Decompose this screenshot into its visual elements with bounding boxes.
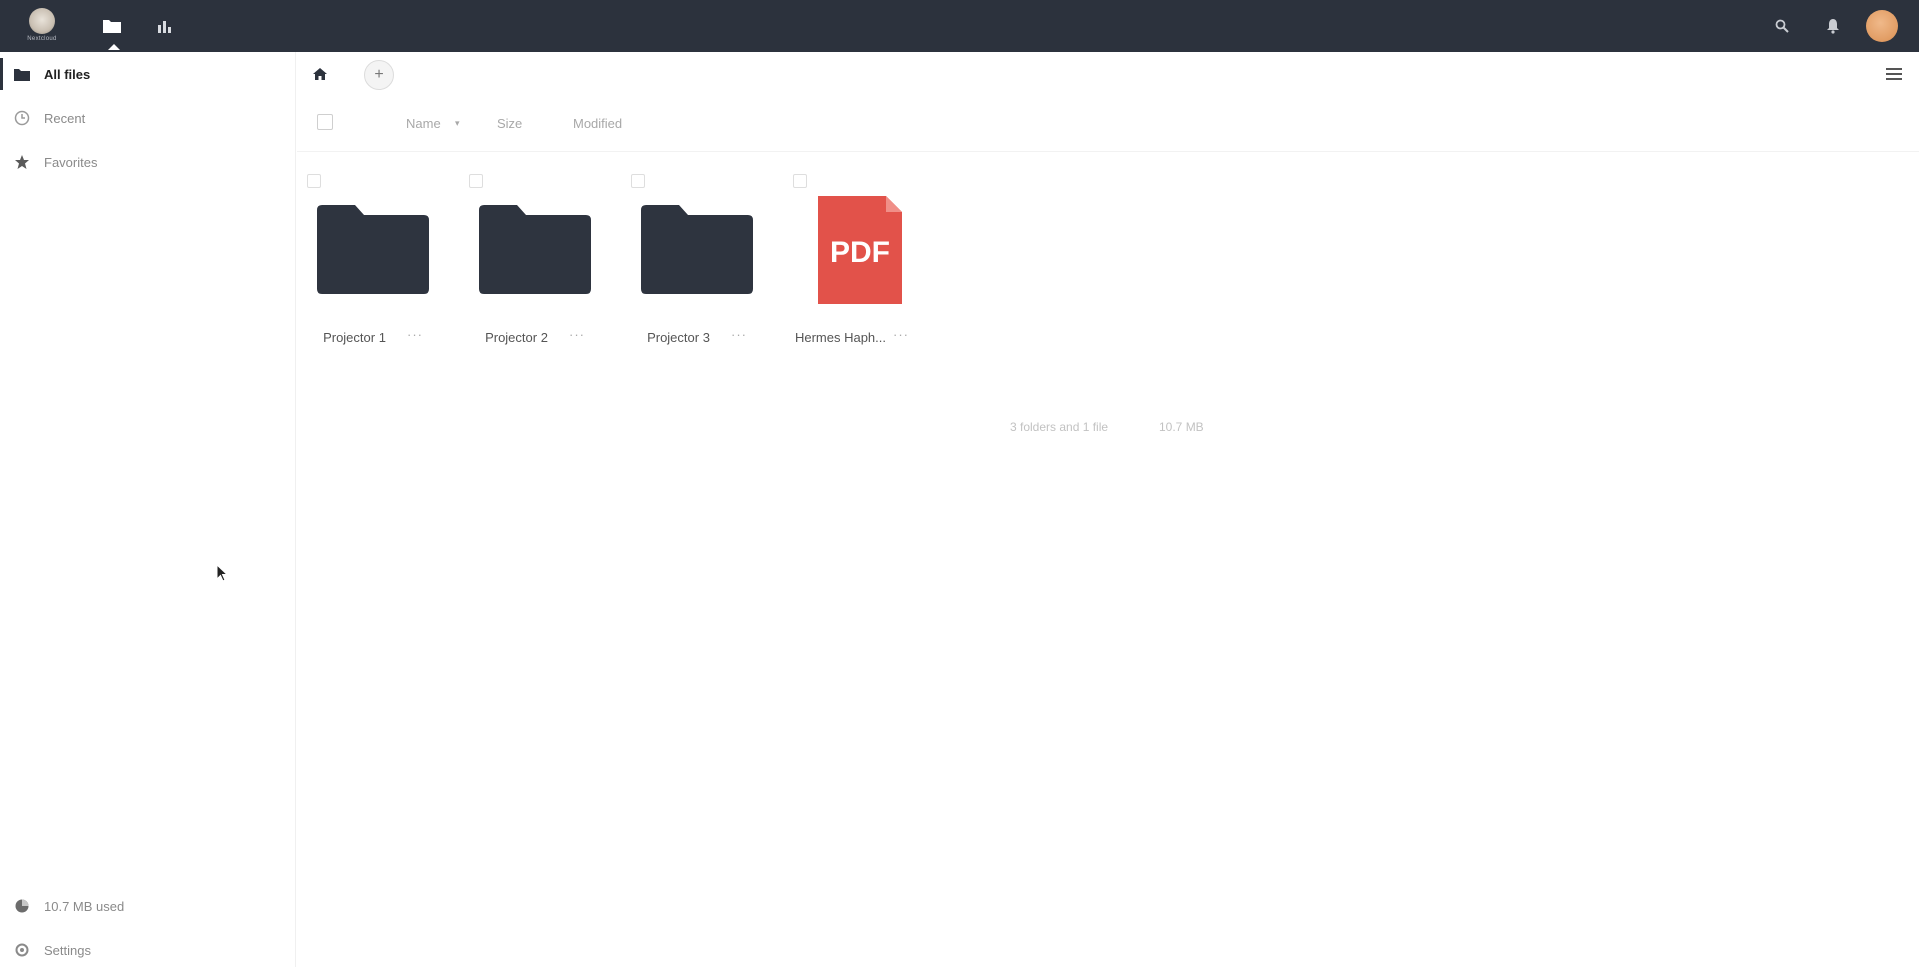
nextcloud-logo[interactable]: Nextcloud [22, 4, 62, 48]
file-name[interactable]: Projector 1 [307, 330, 402, 345]
controls-bar: + [297, 52, 1919, 96]
folder-icon [14, 66, 30, 82]
activity-icon [158, 21, 171, 33]
file-grid-item[interactable]: Projector 1 ··· [297, 164, 429, 345]
quota-label: 10.7 MB used [44, 898, 125, 914]
file-checkbox[interactable] [793, 174, 807, 188]
sort-arrow-icon: ▾ [455, 118, 460, 128]
file-checkbox[interactable] [631, 174, 645, 188]
summary-size: 10.7 MB [1159, 420, 1204, 434]
summary-counts: 3 folders and 1 file [1010, 420, 1109, 434]
clock-icon [14, 110, 30, 126]
sidebar-item-label: Favorites [44, 154, 98, 170]
folder-icon [479, 205, 591, 294]
file-list-header: Name ▾ Size Modified [297, 96, 1919, 152]
sidebar-item-favorites[interactable]: Favorites [0, 140, 296, 184]
sort-by-size[interactable]: Size [497, 116, 522, 131]
sidebar-item-settings[interactable]: Settings [0, 928, 296, 972]
file-grid-item[interactable]: PDF Hermes Haph... ··· [783, 164, 913, 345]
file-name[interactable]: Projector 2 [469, 330, 564, 345]
mouse-cursor-icon [216, 564, 229, 582]
add-new-button[interactable]: + [364, 60, 394, 90]
pdf-file-icon: PDF [818, 196, 902, 304]
file-grid-item[interactable]: Projector 2 ··· [459, 164, 591, 345]
file-name[interactable]: Projector 3 [631, 330, 726, 345]
select-all-checkbox[interactable] [317, 114, 333, 130]
view-toggle-button[interactable] [1885, 66, 1903, 82]
more-actions-button[interactable]: ··· [893, 327, 909, 342]
home-icon [313, 68, 327, 80]
sidebar-item-recent[interactable]: Recent [0, 96, 296, 140]
settings-label: Settings [44, 942, 91, 958]
bell-icon [1827, 19, 1839, 34]
list-view-icon [1886, 68, 1902, 80]
sidebar-item-all-files[interactable]: All files [0, 52, 296, 96]
activity-app-icon[interactable] [154, 14, 178, 38]
sidebar-item-label: All files [44, 66, 91, 82]
sort-by-name[interactable]: Name [406, 116, 441, 131]
folder-icon [103, 20, 121, 33]
top-header: Nextcloud [0, 0, 1919, 52]
logo-mark [29, 8, 55, 34]
file-grid-item[interactable]: Projector 3 ··· [621, 164, 753, 345]
folder-icon [317, 205, 429, 294]
notifications-button[interactable] [1821, 14, 1845, 38]
main-content: + Name ▾ Size Modified Projector 1 ··· P… [297, 52, 1919, 967]
sort-by-modified[interactable]: Modified [573, 116, 622, 131]
breadcrumb-home[interactable] [312, 66, 328, 82]
logo-text: Nextcloud [27, 36, 57, 42]
pie-chart-icon [14, 898, 30, 914]
search-button[interactable] [1770, 14, 1794, 38]
left-navigation: All files Recent Favorites 10.7 MB used … [0, 52, 296, 967]
file-checkbox[interactable] [469, 174, 483, 188]
more-actions-button[interactable]: ··· [731, 327, 747, 342]
avatar[interactable] [1866, 10, 1898, 42]
star-icon [14, 154, 30, 170]
more-actions-button[interactable]: ··· [407, 327, 423, 342]
gear-icon [14, 942, 30, 958]
pdf-badge: PDF [830, 236, 890, 269]
folder-icon [641, 205, 753, 294]
files-app-icon[interactable] [100, 14, 124, 50]
file-checkbox[interactable] [307, 174, 321, 188]
search-icon [1775, 19, 1789, 33]
more-actions-button[interactable]: ··· [569, 327, 585, 342]
sidebar-item-label: Recent [44, 110, 86, 126]
sidebar-item-quota[interactable]: 10.7 MB used [0, 884, 296, 928]
file-name[interactable]: Hermes Haph... [793, 330, 888, 345]
